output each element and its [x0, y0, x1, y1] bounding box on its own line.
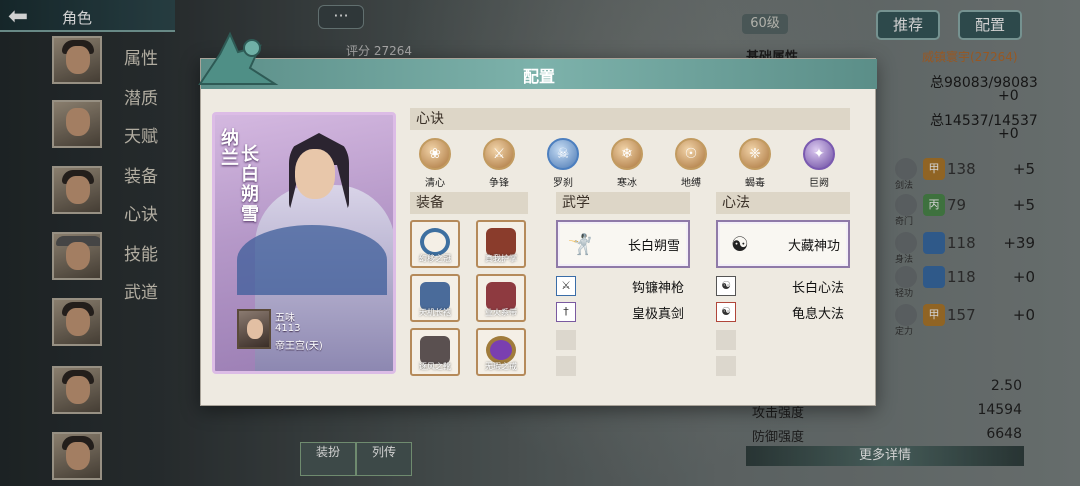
main-martial-skill[interactable]: 🤺 长白朔雪 [556, 220, 690, 268]
xinjue-slot[interactable]: ☠ 罗刹 [541, 138, 585, 192]
xinfa-header: 心法 [716, 192, 850, 214]
hero-robe [237, 225, 387, 295]
equip-slot-boots[interactable]: 逐风之靴 [410, 328, 460, 376]
empty-art-slot[interactable] [716, 356, 736, 376]
xinjue-slot[interactable]: ❈ 蝎毒 [733, 138, 777, 192]
equip-slot-belt[interactable]: 业火系带 [476, 274, 526, 322]
sword-skill-icon[interactable]: † [556, 302, 576, 322]
dialog-title: 配置 [522, 67, 555, 86]
equip-slot-ring[interactable]: 无瑕之戒 [476, 328, 526, 376]
sub-art-label[interactable]: 长白心法 [750, 277, 844, 296]
boots-icon [420, 336, 450, 364]
empty-skill-slot[interactable] [556, 356, 576, 376]
sub-skill-label[interactable]: 皇极真剑 [590, 303, 684, 322]
hero-head [295, 149, 335, 199]
main-inner-art[interactable]: ☯ 大藏神功 [716, 220, 850, 268]
ring-icon [486, 336, 516, 364]
owner-guild: 帝王宫(天) [275, 341, 323, 352]
sub-art-label[interactable]: 龟息大法 [750, 303, 844, 322]
xinjue-zhengfeng-icon: ⚔ [483, 138, 515, 170]
xinjue-luosha-icon: ☠ [547, 138, 579, 170]
equip-slot-body[interactable]: 天机长袍 [410, 274, 460, 322]
belt-icon [486, 282, 516, 310]
xinjue-slot[interactable]: ⚔ 争锋 [477, 138, 521, 192]
xinjue-slot[interactable]: ❄ 寒冰 [605, 138, 649, 192]
gauntlet-icon [486, 228, 516, 256]
owner-name: 五味 [275, 313, 295, 324]
turtle-breath-icon[interactable]: ☯ [716, 302, 736, 322]
xinjue-difu-icon: ☉ [675, 138, 707, 170]
xinjue-juque-icon: ✦ [803, 138, 835, 170]
jade-ornament-icon [198, 31, 279, 85]
meditation-small-icon[interactable]: ☯ [716, 276, 736, 296]
avatar [237, 309, 271, 349]
xinjue-xiedu-icon: ❈ [739, 138, 771, 170]
owner-power: 4113 [275, 323, 301, 334]
wuxue-header: 武学 [556, 192, 690, 214]
xinjue-hanbing-icon: ❄ [611, 138, 643, 170]
sub-skill-label[interactable]: 钩镰神枪 [590, 277, 684, 296]
xinjue-slot[interactable]: ☉ 地缚 [669, 138, 713, 192]
dialog-header: 配置 [201, 59, 877, 89]
hero-card[interactable]: 纳兰 长白朔雪 五味 4113 帝王宫(天) [212, 112, 396, 374]
meditation-icon: ☯ [731, 232, 749, 256]
robe-icon [420, 282, 450, 310]
equipment-header: 装备 [410, 192, 528, 214]
xinjue-qingxin-icon: ❀ [419, 138, 451, 170]
equip-slot-head[interactable]: 幻移之冠 [410, 220, 460, 268]
xinjue-slot[interactable]: ❀ 清心 [413, 138, 457, 192]
hero-name: 长白朔雪 [241, 144, 259, 225]
hero-surname: 纳兰 [221, 128, 239, 169]
xinjue-header: 心诀 [410, 108, 850, 130]
crown-icon [420, 228, 450, 256]
xinjue-slot[interactable]: ✦ 巨阙 [797, 138, 841, 192]
equip-slot-hands[interactable]: 真我护掌 [476, 220, 526, 268]
spear-skill-icon[interactable]: ⚔ [556, 276, 576, 296]
swordsman-icon: 🤺 [567, 232, 593, 256]
empty-art-slot[interactable] [716, 330, 736, 350]
owner-info: 五味 4113 帝王宫(天) [237, 309, 387, 357]
empty-skill-slot[interactable] [556, 330, 576, 350]
